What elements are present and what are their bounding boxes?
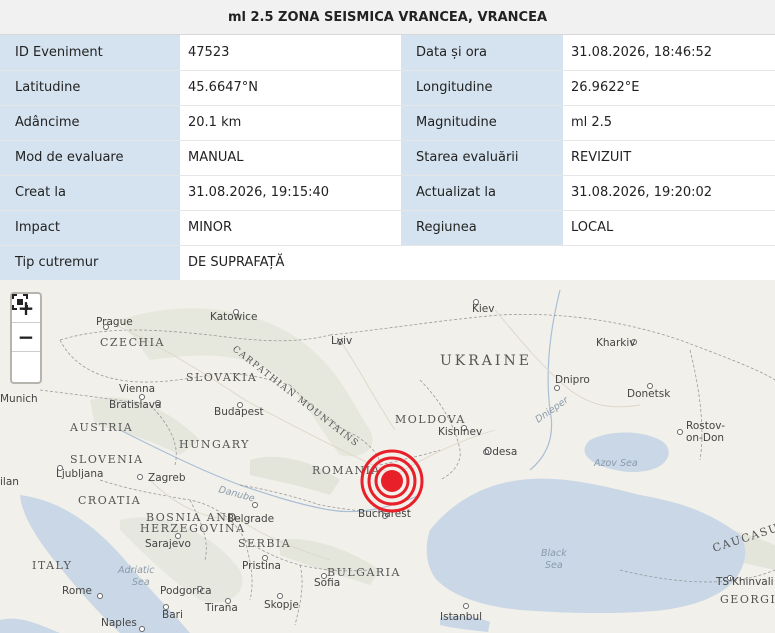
city-label: Zagreb [148, 472, 186, 484]
city-label: Rome [62, 585, 92, 597]
event-title: ml 2.5 ZONA SEISMICA VRANCEA, VRANCEA [227, 9, 548, 25]
city-label: ilan [0, 476, 19, 488]
table-row: Impact MINOR Regiunea LOCAL [0, 210, 775, 246]
city-label: Kishinev [438, 426, 482, 438]
sea-label: Sea [132, 577, 150, 588]
evaluation-status-label: Starea evaluării [401, 140, 563, 176]
city-label: Sarajevo [145, 538, 191, 550]
table-row: Mod de evaluare MANUAL Starea evaluării … [0, 140, 775, 176]
map-tiles: Prague Katowice Kiev Lviv Kharkiv Vienna… [0, 280, 775, 633]
evaluation-mode-value: MANUAL [180, 140, 401, 176]
sea-label: Black [541, 548, 567, 559]
city-label: TS'Khinvali [715, 576, 774, 588]
country-label: SLOVENIA [70, 453, 144, 466]
longitude-label: Longitudine [401, 70, 563, 106]
updated-label: Actualizat la [401, 175, 563, 211]
created-value: 31.08.2026, 19:15:40 [180, 175, 401, 211]
city-label: Munich [0, 393, 38, 405]
depth-label: Adâncime [0, 105, 180, 141]
fullscreen-icon [12, 294, 28, 310]
datetime-value: 31.08.2026, 18:46:52 [563, 35, 775, 71]
evaluation-mode-label: Mod de evaluare [0, 140, 180, 176]
country-label: SERBIA [238, 537, 291, 550]
country-label: SLOVAKIA [186, 371, 257, 384]
country-label: CROATIA [78, 494, 141, 507]
quake-type-value: DE SUPRAFAȚĂ [180, 245, 775, 281]
country-label: HUNGARY [179, 438, 250, 451]
latitude-label: Latitudine [0, 70, 180, 106]
magnitude-value: ml 2.5 [563, 105, 775, 141]
sea-label: Sea [545, 560, 563, 571]
city-label: on-Don [686, 432, 724, 444]
city-label: Donetsk [627, 388, 671, 400]
sea-label: Azov Sea [593, 458, 638, 469]
city-label: Pristina [242, 560, 281, 572]
zoom-out-button[interactable]: − [12, 323, 40, 352]
table-row: Adâncime 20.1 km Magnitudine ml 2.5 [0, 105, 775, 141]
created-label: Creat la [0, 175, 180, 211]
epicenter-map[interactable]: Prague Katowice Kiev Lviv Kharkiv Vienna… [0, 280, 775, 633]
table-row: Latitudine 45.6647°N Longitudine 26.9622… [0, 70, 775, 106]
latitude-value: 45.6647°N [180, 70, 401, 106]
city-label: Vienna [119, 383, 155, 395]
city-label: Kharkiv [596, 337, 636, 349]
region-value: LOCAL [563, 210, 775, 246]
country-label: ITALY [32, 559, 72, 572]
country-label: AUSTRIA [69, 421, 133, 434]
city-label: Lviv [331, 335, 352, 347]
city-label: Dnipro [555, 374, 590, 386]
quake-type-label: Tip cutremur [0, 245, 180, 281]
country-label: CZECHIA [100, 336, 165, 349]
country-label: UKRAINE [440, 353, 532, 369]
city-label: Kiev [472, 303, 494, 315]
zoom-control: + − [10, 292, 42, 384]
country-label: GEORGI [720, 593, 775, 606]
table-row: ID Eveniment 47523 Data și ora 31.08.202… [0, 35, 775, 71]
datetime-label: Data și ora [401, 35, 563, 71]
city-label: Ljubljana [56, 468, 103, 480]
event-id-value: 47523 [180, 35, 401, 71]
updated-value: 31.08.2026, 19:20:02 [563, 175, 775, 211]
table-row: Creat la 31.08.2026, 19:15:40 Actualizat… [0, 175, 775, 211]
city-label: Podgorica [160, 585, 212, 597]
event-title-bar: ml 2.5 ZONA SEISMICA VRANCEA, VRANCEA [0, 0, 775, 35]
country-label: BULGARIA [327, 566, 401, 579]
city-label: Skopje [264, 599, 299, 611]
region-label: Regiunea [401, 210, 563, 246]
sea-label: Adriatic [117, 565, 155, 576]
country-label: HERZEGOVINA [140, 522, 246, 535]
city-label: Naples [101, 617, 137, 629]
country-label: MOLDOVA [395, 413, 466, 426]
magnitude-label: Magnitudine [401, 105, 563, 141]
evaluation-status-value: REVIZUIT [563, 140, 775, 176]
depth-value: 20.1 km [180, 105, 401, 141]
table-row: Tip cutremur DE SUPRAFAȚĂ [0, 245, 775, 281]
city-label: Bratislava [109, 399, 161, 411]
city-label: Rostov- [686, 420, 725, 432]
city-label: Istanbul [440, 611, 482, 623]
event-details-table: ID Eveniment 47523 Data și ora 31.08.202… [0, 35, 775, 281]
city-label: Prague [96, 316, 133, 328]
impact-label: Impact [0, 210, 180, 246]
city-label: Budapest [214, 406, 264, 418]
longitude-value: 26.9622°E [563, 70, 775, 106]
city-label: Bari [162, 609, 183, 621]
city-label: Katowice [210, 311, 257, 323]
event-id-label: ID Eveniment [0, 35, 180, 71]
city-label: Tirana [204, 602, 238, 614]
impact-value: MINOR [180, 210, 401, 246]
city-label: Odesa [484, 446, 517, 458]
fullscreen-button[interactable] [12, 294, 40, 381]
